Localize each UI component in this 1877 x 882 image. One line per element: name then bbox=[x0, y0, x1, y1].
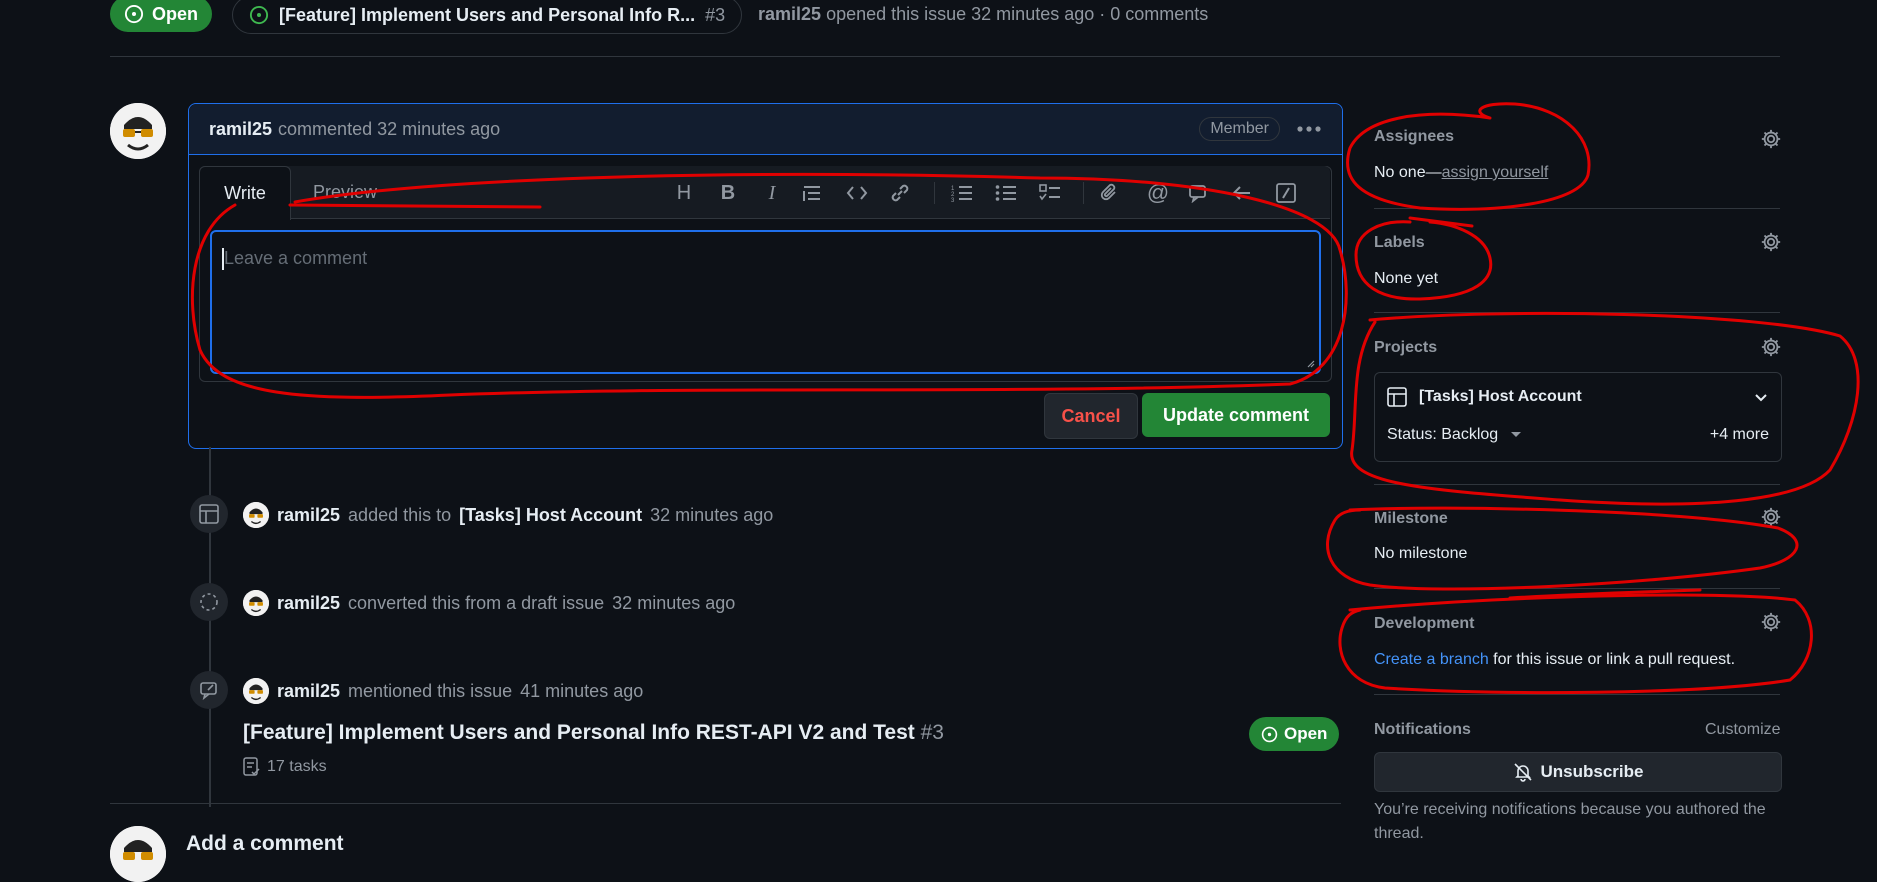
mentioned-issue-link[interactable]: [Feature] Implement Users and Personal I… bbox=[243, 721, 944, 745]
issue-title: [Feature] Implement Users and Personal I… bbox=[279, 4, 696, 25]
kebab-menu-icon[interactable] bbox=[1296, 125, 1322, 133]
resize-handle-icon[interactable] bbox=[1305, 358, 1315, 368]
task-list-icon[interactable] bbox=[1039, 184, 1067, 202]
quote-icon[interactable] bbox=[802, 184, 830, 202]
mention-icon[interactable]: @ bbox=[1144, 180, 1172, 206]
comment-author[interactable]: ramil25 bbox=[209, 119, 272, 140]
reply-icon[interactable] bbox=[1232, 184, 1260, 202]
gear-icon[interactable] bbox=[1760, 128, 1782, 150]
code-icon[interactable] bbox=[846, 184, 874, 202]
avatar[interactable] bbox=[243, 502, 269, 528]
draft-circle-icon bbox=[190, 583, 228, 621]
event-user[interactable]: ramil25 bbox=[277, 681, 340, 702]
gear-icon[interactable] bbox=[1760, 611, 1782, 633]
project-card: [Tasks] Host Account Status: Backlog +4 … bbox=[1374, 372, 1782, 462]
notification-reason: You’re receiving notifications because y… bbox=[1374, 801, 1766, 842]
event-user[interactable]: ramil25 bbox=[277, 593, 340, 614]
comment-header: ramil25 commented 32 minutes ago Member bbox=[189, 104, 1342, 155]
milestone-value: No milestone bbox=[1374, 545, 1468, 562]
slash-command-icon[interactable] bbox=[1276, 183, 1304, 203]
project-status-dropdown[interactable]: Status: Backlog bbox=[1387, 426, 1522, 444]
issue-opened-icon bbox=[249, 5, 269, 25]
labels-value: None yet bbox=[1374, 270, 1439, 287]
avatar[interactable] bbox=[110, 826, 166, 882]
comment-timestamp: commented 32 minutes ago bbox=[278, 118, 501, 139]
timeline-event-converted: ramil25 converted this from a draft issu… bbox=[243, 590, 735, 616]
sidebar-divider bbox=[1374, 312, 1780, 313]
sticky-issue-title[interactable]: [Feature] Implement Users and Personal I… bbox=[232, 0, 743, 34]
sidebar-divider bbox=[1374, 588, 1780, 589]
svg-text:3: 3 bbox=[951, 198, 955, 202]
heading-icon[interactable]: H bbox=[670, 182, 698, 205]
avatar[interactable] bbox=[243, 590, 269, 616]
checklist-icon bbox=[243, 757, 261, 777]
assign-yourself-link[interactable]: assign yourself bbox=[1442, 164, 1549, 181]
toolbar-divider bbox=[934, 182, 935, 204]
customize-link[interactable]: Customize bbox=[1705, 721, 1781, 739]
more-fields-link[interactable]: +4 more bbox=[1710, 426, 1769, 444]
issue-opened-icon bbox=[1261, 726, 1278, 743]
mentioned-issue-status: Open bbox=[1249, 717, 1340, 751]
issue-opened-icon bbox=[124, 4, 144, 24]
task-count: 17 tasks bbox=[243, 757, 327, 777]
unordered-list-icon[interactable] bbox=[995, 184, 1023, 202]
link-icon[interactable] bbox=[890, 183, 918, 203]
unsubscribe-button[interactable]: Unsubscribe bbox=[1374, 752, 1782, 792]
avatar[interactable] bbox=[110, 103, 166, 159]
toolbar-divider bbox=[1083, 182, 1084, 204]
bold-icon[interactable]: B bbox=[714, 182, 742, 205]
labels-title[interactable]: Labels bbox=[1374, 234, 1425, 252]
formatting-toolbar: H B I 123 @ bbox=[670, 180, 1304, 206]
member-badge: Member bbox=[1199, 117, 1280, 141]
create-branch-link[interactable]: Create a branch bbox=[1374, 651, 1489, 668]
author-link[interactable]: ramil25 bbox=[758, 4, 821, 24]
project-table-icon bbox=[190, 495, 228, 533]
comment-textarea[interactable]: Leave a comment bbox=[210, 230, 1321, 374]
paperclip-icon[interactable] bbox=[1100, 183, 1128, 203]
gear-icon[interactable] bbox=[1760, 231, 1782, 253]
chevron-down-icon[interactable] bbox=[1753, 389, 1769, 405]
project-table-icon bbox=[1387, 387, 1407, 407]
timeline-event-mentioned: ramil25 mentioned this issue 41 minutes … bbox=[243, 678, 643, 704]
italic-icon[interactable]: I bbox=[758, 182, 786, 205]
textarea-placeholder: Leave a comment bbox=[224, 248, 368, 268]
project-name[interactable]: [Tasks] Host Account bbox=[1419, 388, 1582, 406]
projects-title[interactable]: Projects bbox=[1374, 339, 1437, 357]
avatar[interactable] bbox=[243, 678, 269, 704]
timeline-event-added: ramil25 added this to [Tasks] Host Accou… bbox=[243, 502, 773, 528]
gear-icon[interactable] bbox=[1760, 506, 1782, 528]
project-link[interactable]: [Tasks] Host Account bbox=[459, 505, 642, 526]
sidebar-divider bbox=[1374, 208, 1780, 209]
cross-reference-icon bbox=[190, 671, 228, 709]
notifications-title: Notifications bbox=[1374, 721, 1471, 738]
development-title[interactable]: Development bbox=[1374, 615, 1474, 633]
gear-icon[interactable] bbox=[1760, 336, 1782, 358]
development-value: Create a branch for this issue or link a… bbox=[1374, 651, 1736, 668]
tab-write[interactable]: Write bbox=[199, 166, 291, 220]
status-badge: Open bbox=[110, 0, 213, 32]
cancel-button[interactable]: Cancel bbox=[1044, 393, 1138, 439]
cross-reference-icon[interactable] bbox=[1188, 183, 1216, 203]
issue-number: #3 bbox=[705, 4, 726, 25]
header-divider bbox=[110, 56, 1780, 57]
tab-preview[interactable]: Preview bbox=[313, 182, 377, 203]
milestone-title[interactable]: Milestone bbox=[1374, 510, 1448, 528]
event-user[interactable]: ramil25 bbox=[277, 505, 340, 526]
ordered-list-icon[interactable]: 123 bbox=[951, 184, 979, 202]
add-comment-heading: Add a comment bbox=[186, 832, 344, 855]
assignees-title[interactable]: Assignees bbox=[1374, 128, 1454, 146]
triangle-down-icon bbox=[1510, 431, 1522, 439]
issue-meta: ramil25 opened this issue 32 minutes ago… bbox=[758, 4, 1209, 24]
assignees-value: No one—assign yourself bbox=[1374, 164, 1549, 181]
sidebar-divider bbox=[1374, 694, 1780, 695]
timeline-divider bbox=[110, 803, 1341, 804]
update-comment-button[interactable]: Update comment bbox=[1142, 393, 1330, 437]
bell-slash-icon bbox=[1513, 762, 1533, 782]
sidebar-divider bbox=[1374, 484, 1780, 485]
